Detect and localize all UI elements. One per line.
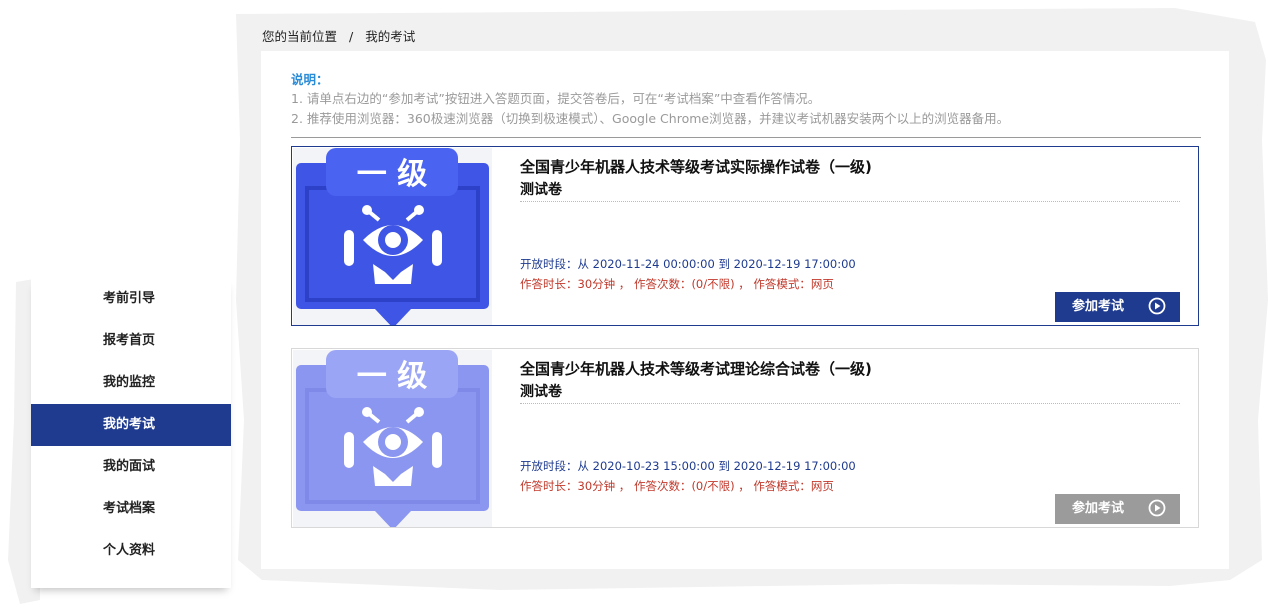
exam-title: 全国青少年机器人技术等级考试理论综合试卷（一级): [520, 360, 872, 378]
level-badge: 一 级: [357, 157, 427, 192]
join-exam-button[interactable]: 参加考试: [1055, 292, 1180, 322]
exam-limits: 作答时长：30分钟 ， 作答次数：(0/不限) ， 作答模式：网页: [520, 479, 834, 493]
exam-title: 全国青少年机器人技术等级考试实际操作试卷（一级): [520, 158, 872, 176]
notes: 说明： 1. 请单点右边的“参加考试”按钮进入答题页面，提交答卷后，可在“考试档…: [291, 71, 1201, 129]
join-exam-label: 参加考试: [1072, 299, 1125, 314]
sidebar-item-guide[interactable]: 考前引导: [31, 278, 231, 320]
divider: [520, 201, 1180, 202]
sidebar: 考前引导 报考首页 我的监控 我的考试 我的面试 考试档案 个人资料: [31, 278, 231, 588]
main-panel: 说明： 1. 请单点右边的“参加考试”按钮进入答题页面，提交答卷后，可在“考试档…: [261, 51, 1229, 569]
play-circle-icon: [1148, 297, 1166, 315]
exam-card: 一 级 全国青少年机器人技术等级考试实际操作试卷（一级) 测试卷 开放时段：从: [291, 146, 1199, 326]
exam-card: 一 级 全国青少年机器人技术等级考试理论综合试卷（一级) 测试卷 开放时段：从: [291, 348, 1199, 528]
exam-info: 全国青少年机器人技术等级考试理论综合试卷（一级) 测试卷: [520, 357, 1180, 403]
sidebar-item-profile[interactable]: 个人资料: [31, 530, 231, 572]
breadcrumb-prefix: 您的当前位置: [262, 29, 338, 44]
level-badge: 一 级: [357, 359, 427, 394]
sidebar-item-my-exams[interactable]: 我的考试: [31, 404, 231, 446]
notes-title: 说明：: [291, 72, 329, 87]
notes-line: 1. 请单点右边的“参加考试”按钮进入答题页面，提交答卷后，可在“考试档案”中查…: [291, 91, 821, 106]
sidebar-item-home[interactable]: 报考首页: [31, 320, 231, 362]
divider: [291, 137, 1201, 138]
exam-limits: 作答时长：30分钟 ， 作答次数：(0/不限) ， 作答模式：网页: [520, 277, 834, 291]
notes-line: 2. 推荐使用浏览器：360极速浏览器（切换到极速模式）、Google Chro…: [291, 111, 1010, 126]
join-exam-label: 参加考试: [1072, 501, 1125, 516]
breadcrumb: 您的当前位置 / 我的考试: [262, 26, 415, 45]
exam-subtitle: 测试卷: [520, 384, 562, 400]
breadcrumb-current[interactable]: 我的考试: [365, 29, 415, 44]
exam-period: 开放时段：从 2020-11-24 00:00:00 到 2020-12-19 …: [520, 257, 856, 271]
sidebar-item-monitor[interactable]: 我的监控: [31, 362, 231, 404]
breadcrumb-separator: /: [349, 29, 354, 44]
sidebar-item-interviews[interactable]: 我的面试: [31, 446, 231, 488]
sidebar-item-exam-records[interactable]: 考试档案: [31, 488, 231, 530]
exam-info: 全国青少年机器人技术等级考试实际操作试卷（一级) 测试卷: [520, 155, 1180, 201]
divider: [520, 403, 1180, 404]
play-circle-icon: [1148, 499, 1166, 517]
exam-period: 开放时段：从 2020-10-23 15:00:00 到 2020-12-19 …: [520, 459, 856, 473]
exam-thumbnail: 一 级: [293, 148, 492, 325]
exam-subtitle: 测试卷: [520, 182, 562, 198]
exam-thumbnail: 一 级: [293, 350, 492, 527]
join-exam-button[interactable]: 参加考试: [1055, 494, 1180, 524]
